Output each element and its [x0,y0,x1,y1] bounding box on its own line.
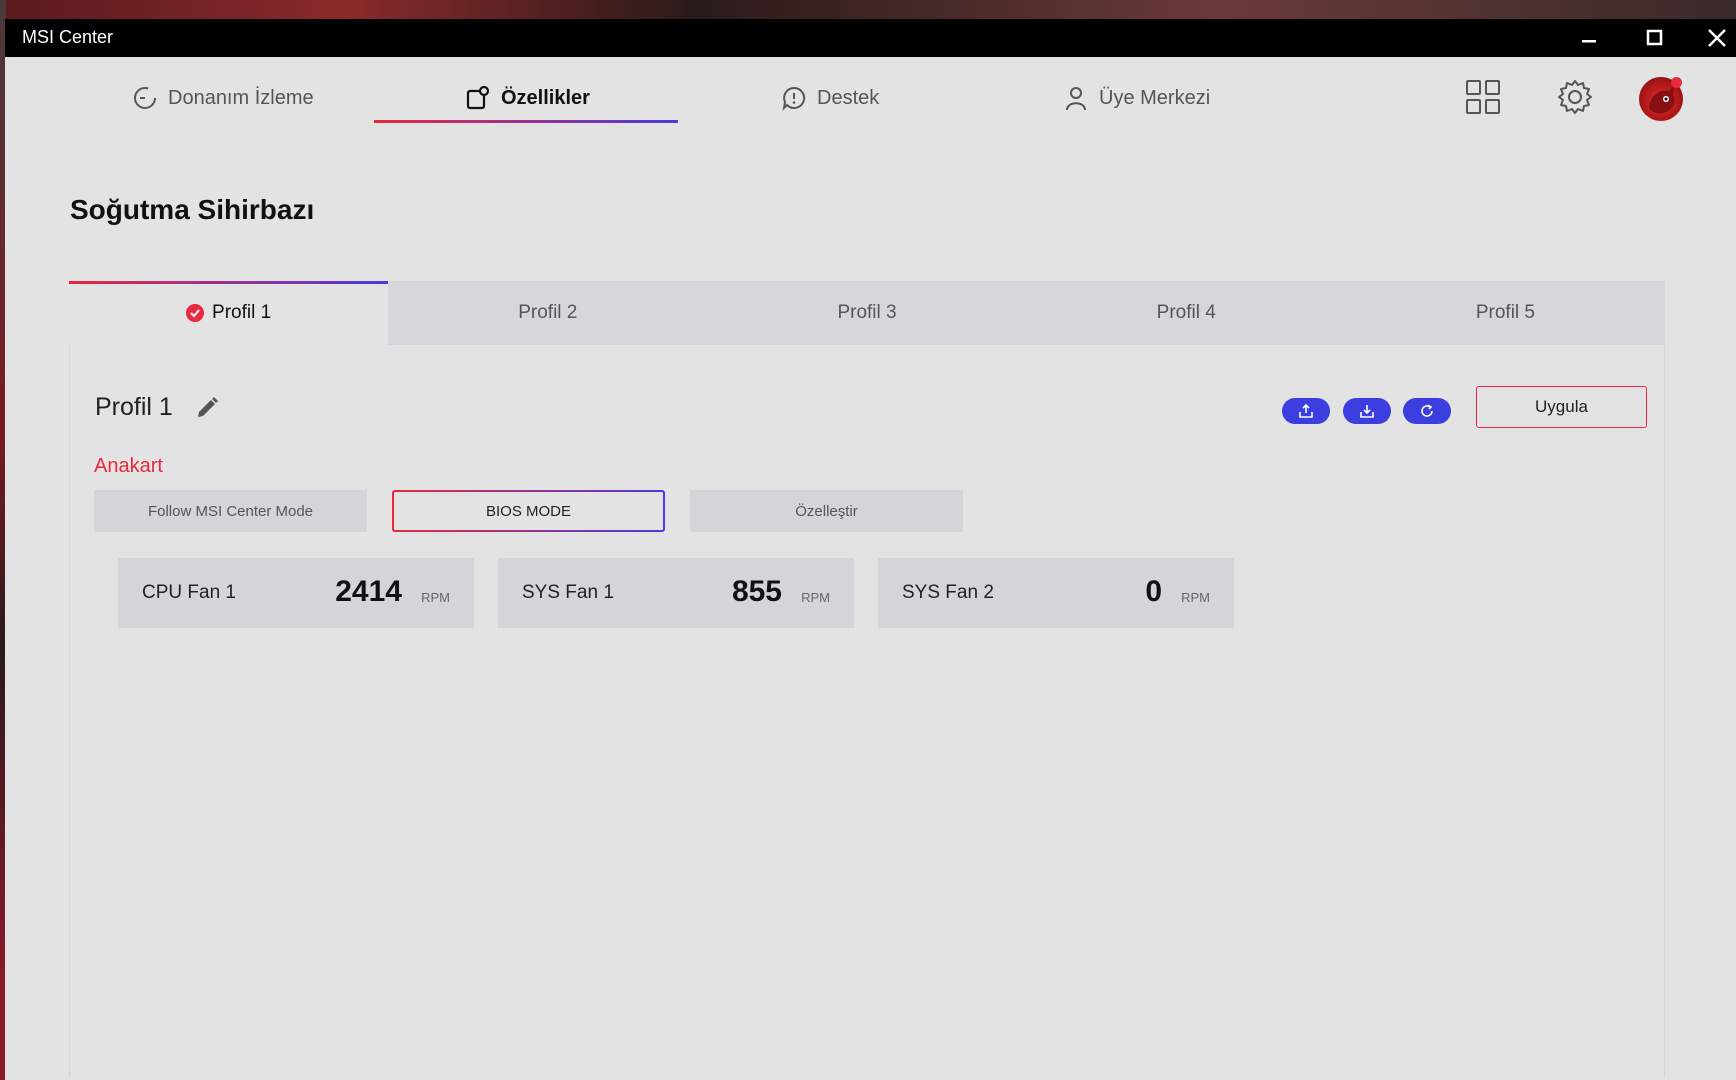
fan-rpm-value: 2414 [335,575,402,608]
tab-profile-2[interactable]: Profil 2 [388,281,707,345]
nav-label: Destek [817,86,880,109]
fan-rpm-unit: RPM [801,590,830,605]
gauge-icon [132,85,158,111]
desktop-wallpaper [0,0,1736,20]
upload-icon [1299,403,1313,418]
apps-grid-button[interactable] [1463,77,1503,117]
apply-button[interactable]: Uygula [1476,386,1647,428]
profile-panel: Profil 1 Uygula Anakart Follow MSI Cente… [69,345,1665,1077]
settings-button[interactable] [1555,77,1595,117]
close-button[interactable] [1689,19,1736,57]
app-window: MSI Center Donanım İzleme Özellikler Des… [5,19,1736,1080]
nav-label: Donanım İzleme [168,86,314,109]
nav-hardware-monitor[interactable]: Donanım İzleme [132,81,314,115]
tab-profile-1[interactable]: Profil 1 [69,281,389,345]
tab-label: Profil 1 [212,302,272,323]
mode-follow-msi-center-button[interactable]: Follow MSI Center Mode [94,490,367,532]
profile-name: Profil 1 [95,393,173,421]
fan-name: SYS Fan 1 [522,582,614,603]
tab-label: Profil 2 [518,302,578,323]
nav-label: Üye Merkezi [1099,86,1211,109]
notification-dot [1671,77,1682,88]
page-title: Soğutma Sihirbazı [70,194,315,225]
edit-profile-name-button[interactable] [194,395,220,426]
maximize-button[interactable] [1627,19,1683,57]
fan-name: CPU Fan 1 [142,582,236,603]
close-icon [1708,29,1726,47]
title-bar: MSI Center [5,19,1736,57]
mode-bios-button[interactable]: BIOS MODE [392,490,665,532]
grid-icon [1466,80,1500,114]
profile-tabs: Profil 1 Profil 2 Profil 3 Profil 4 Prof… [69,281,1665,345]
fan-card-sys-fan-1: SYS Fan 1 855 RPM [498,558,854,628]
fan-rpm-value: 855 [731,575,782,608]
fan-rpm-unit: RPM [1181,590,1210,605]
fan-card-sys-fan-2: SYS Fan 2 0 RPM [878,558,1234,628]
fan-rpm-unit: RPM [421,590,450,605]
minimize-icon [1582,40,1596,43]
mode-customize-button[interactable]: Özelleştir [690,490,963,532]
check-icon [186,304,205,322]
fan-name: SYS Fan 2 [902,582,994,603]
nav-support[interactable]: Destek [781,81,879,115]
reset-profile-button[interactable] [1403,398,1451,424]
nav-label: Özellikler [501,86,590,109]
nav-features[interactable]: Özellikler [465,81,590,115]
pencil-icon [198,397,218,417]
tab-profile-5[interactable]: Profil 5 [1346,281,1665,345]
tab-profile-3[interactable]: Profil 3 [707,281,1026,345]
tab-label: Profil 3 [837,302,897,323]
gear-icon [1558,80,1592,114]
user-icon [1063,85,1089,111]
tab-label: Profil 5 [1475,302,1535,323]
refresh-icon [1421,404,1433,417]
nav-member-center[interactable]: Üye Merkezi [1063,81,1210,115]
tab-label: Profil 4 [1156,302,1216,323]
section-motherboard-label: Anakart [94,455,163,477]
minimize-button[interactable] [1561,19,1617,57]
maximize-icon [1646,29,1663,46]
export-profile-button[interactable] [1282,398,1330,424]
fan-rpm-value: 0 [1145,575,1162,608]
tab-profile-4[interactable]: Profil 4 [1027,281,1346,345]
app-title: MSI Center [22,27,114,47]
download-icon [1360,405,1374,418]
chat-support-icon [781,85,807,111]
active-nav-indicator [374,120,678,123]
import-profile-button[interactable] [1343,398,1391,424]
fan-card-cpu-fan-1: CPU Fan 1 2414 RPM [118,558,474,628]
features-icon [465,85,491,111]
